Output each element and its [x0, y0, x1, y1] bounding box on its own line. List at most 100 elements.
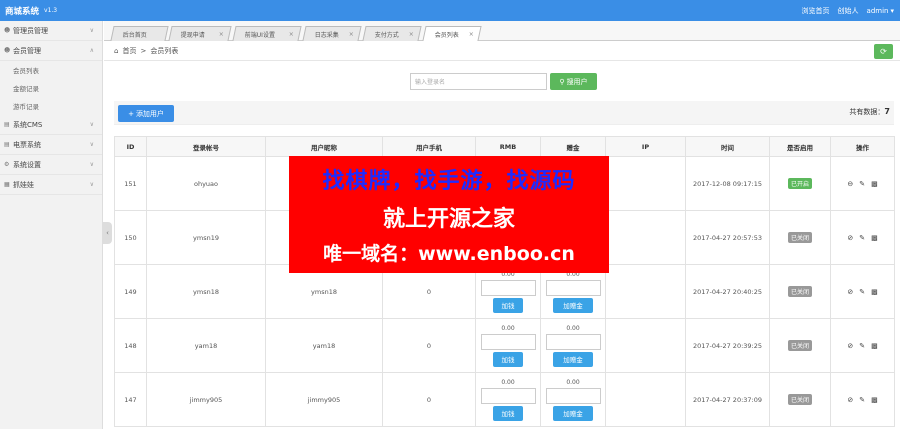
sidebar-item-tickets[interactable]: ▤ 电票系统 ∨ [0, 135, 102, 155]
add-rmb-button[interactable]: 加钱 [493, 405, 523, 421]
close-icon[interactable]: × [289, 31, 294, 38]
close-icon[interactable]: × [469, 31, 474, 38]
refresh-button[interactable]: ⟳ [874, 44, 893, 59]
col-time[interactable]: 时间 [685, 136, 770, 157]
sidebar-item-claw[interactable]: ▦ 抓娃娃 ∨ [0, 175, 102, 195]
gift-amount-input[interactable] [545, 333, 601, 350]
toggle-icon[interactable]: ⊖ [847, 180, 853, 188]
cell-time: 2017-04-27 20:39:25 [685, 318, 770, 373]
delete-icon[interactable]: ▩ [871, 342, 878, 350]
edit-icon[interactable]: ✎ [859, 342, 865, 350]
cell-status: 已关闭 [769, 372, 831, 427]
add-gift-button[interactable]: 加赠金 [553, 405, 593, 421]
add-gift-button[interactable]: 加赠金 [553, 351, 593, 367]
tab-logs[interactable]: 日志采集 × [302, 26, 362, 41]
gift-amount-input[interactable] [545, 279, 601, 296]
close-icon[interactable]: × [349, 31, 354, 38]
tab-member-list[interactable]: 会员列表 × [422, 26, 482, 41]
cell-rmb: 0.00 加钱 [475, 318, 541, 373]
header-links: 浏览首页 创始人 admin ▾ [802, 0, 894, 21]
edit-icon[interactable]: ✎ [859, 180, 865, 188]
col-nickname[interactable]: 用户昵称 [265, 136, 383, 157]
overlay-line-2: 就上开源之家 [382, 207, 515, 232]
gear-icon: ⚙ [4, 161, 10, 168]
add-rmb-button[interactable]: 加钱 [493, 297, 523, 313]
col-status[interactable]: 是否启用 [769, 136, 831, 157]
sidebar-item-label: 系统设置 [13, 160, 41, 169]
col-phone[interactable]: 用户手机 [382, 136, 476, 157]
sidebar-item-admin[interactable]: ☻ 管理员管理 ∨ [0, 21, 102, 41]
gift-amount-input[interactable] [545, 387, 601, 404]
tab-withdraw[interactable]: 提现申请 × [168, 26, 232, 41]
edit-icon[interactable]: ✎ [859, 396, 865, 404]
user-name: admin [866, 6, 889, 15]
sidebar-item-label: 管理员管理 [13, 26, 48, 35]
add-rmb-button[interactable]: 加钱 [493, 351, 523, 367]
sidebar-item-label: 会员管理 [13, 46, 41, 55]
cell-time: 2017-04-27 20:40:25 [685, 264, 770, 319]
edit-icon[interactable]: ✎ [859, 234, 865, 242]
tab-payment[interactable]: 支付方式 × [362, 26, 422, 41]
rmb-amount-input[interactable] [480, 333, 536, 350]
cell-ip [605, 318, 686, 373]
cell-login: ymsn18 [146, 264, 266, 319]
add-gift-button[interactable]: 加赠金 [553, 297, 593, 313]
cell-status: 已关闭 [769, 264, 831, 319]
delete-icon[interactable]: ▩ [871, 396, 878, 404]
cell-actions: ⊘ ✎ ▩ [830, 372, 895, 427]
add-user-button[interactable]: + 添加用户 [118, 105, 174, 122]
home-icon: ⌂ [114, 46, 119, 55]
tab-ui-settings[interactable]: 前端UI设置 × [232, 26, 302, 41]
browse-home-link[interactable]: 浏览首页 [802, 6, 830, 16]
sidebar-item-label: 抓娃娃 [13, 180, 34, 189]
col-ip[interactable]: IP [605, 136, 686, 157]
status-badge[interactable]: 已关闭 [787, 232, 812, 243]
chevron-down-icon: ∨ [89, 121, 94, 128]
toggle-icon[interactable]: ⊘ [847, 288, 853, 296]
table-row: 148 yam18 yam18 0 0.00 加钱 0.00 加赠金 2017-04… [114, 318, 895, 373]
founder-link[interactable]: 创始人 [838, 6, 859, 16]
edit-icon[interactable]: ✎ [859, 288, 865, 296]
sidebar-item-cms[interactable]: ▤ 系统CMS ∨ [0, 115, 102, 135]
cell-actions: ⊘ ✎ ▩ [830, 264, 895, 319]
delete-icon[interactable]: ▩ [871, 234, 878, 242]
col-rmb[interactable]: RMB [475, 136, 541, 157]
rmb-amount-input[interactable] [480, 387, 536, 404]
sidebar-subitem-member-list[interactable]: 会员列表 [0, 61, 102, 79]
toggle-icon[interactable]: ⊘ [847, 396, 853, 404]
col-login[interactable]: 登录帐号 [146, 136, 266, 157]
gift-value: 0.00 [566, 324, 580, 332]
close-icon[interactable]: × [219, 31, 224, 38]
sidebar-subitem-amount-records[interactable]: 金额记录 [0, 79, 102, 97]
toggle-icon[interactable]: ⊘ [847, 342, 853, 350]
search-button[interactable]: ⚲ 搜用户 [550, 73, 597, 90]
user-menu[interactable]: admin ▾ [867, 7, 894, 15]
sidebar-item-label: 电票系统 [13, 140, 41, 149]
status-badge[interactable]: 已关闭 [787, 394, 812, 405]
status-badge[interactable]: 已开启 [787, 178, 812, 189]
col-gift[interactable]: 赠金 [540, 136, 606, 157]
tab-label: 会员列表 [434, 31, 459, 39]
sidebar-collapse-handle[interactable]: ‹ [103, 222, 112, 244]
close-icon[interactable]: × [409, 31, 414, 38]
cell-nickname: yam18 [265, 318, 383, 373]
cell-id: 151 [114, 156, 147, 211]
tab-dashboard[interactable]: 后台首页 [110, 26, 169, 41]
sidebar-subitem-coin-records[interactable]: 游币记录 [0, 97, 102, 115]
status-badge[interactable]: 已关闭 [787, 340, 812, 351]
delete-icon[interactable]: ▩ [871, 180, 878, 188]
status-badge[interactable]: 已关闭 [787, 286, 812, 297]
sidebar-item-settings[interactable]: ⚙ 系统设置 ∨ [0, 155, 102, 175]
cell-time: 2017-04-27 20:37:09 [685, 372, 770, 427]
cell-id: 148 [114, 318, 147, 373]
col-id[interactable]: ID [114, 136, 147, 157]
rmb-amount-input[interactable] [480, 279, 536, 296]
search-placeholder: 输入登录名 [415, 79, 446, 86]
breadcrumb-home[interactable]: 首页 [122, 46, 136, 56]
delete-icon[interactable]: ▩ [871, 288, 878, 296]
search-input[interactable]: 输入登录名 [410, 73, 547, 90]
toggle-icon[interactable]: ⊘ [847, 234, 853, 242]
sidebar-item-members[interactable]: ☻ 会员管理 ∧ [0, 41, 102, 61]
chevron-down-icon: ▾ [890, 6, 894, 15]
breadcrumb-current: 会员列表 [150, 46, 179, 55]
